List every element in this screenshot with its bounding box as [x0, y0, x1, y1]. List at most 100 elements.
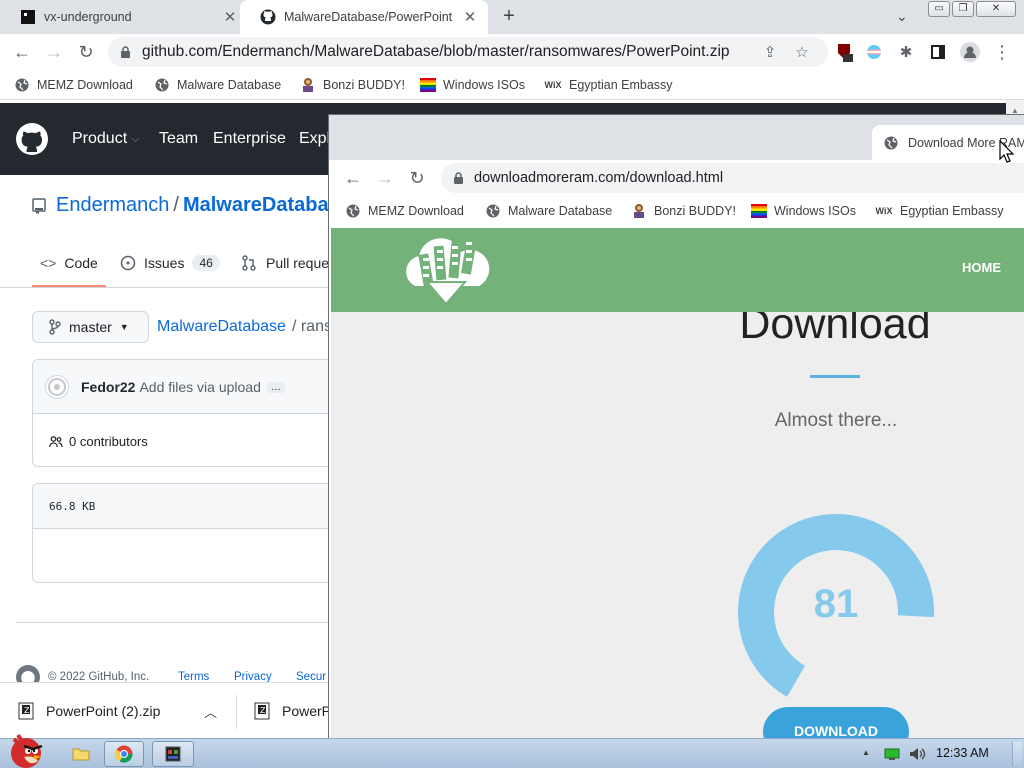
front-browser-window: Download More RAM ← → ↻ downloadmoreram.…: [328, 114, 1024, 738]
title-divider: [810, 375, 860, 378]
front-tab-strip: Download More RAM: [329, 115, 1024, 160]
nav-explore[interactable]: Expl: [299, 103, 330, 175]
avatar[interactable]: [45, 375, 69, 399]
repo-icon: [32, 197, 46, 214]
taskbar-app-button[interactable]: [152, 741, 194, 767]
bookmark-memz[interactable]: MEMZ Download: [345, 196, 464, 226]
network-icon[interactable]: [884, 747, 900, 761]
tab-vx-underground[interactable]: vx-underground ✕: [0, 0, 248, 34]
page-title: Download: [739, 312, 931, 348]
download-item[interactable]: Z PowerP: [254, 702, 331, 720]
tab-strip: vx-underground ✕ MalwareDatabase/PowerPo…: [0, 0, 1024, 34]
share-icon[interactable]: ⇪: [760, 42, 780, 62]
download-item[interactable]: Z PowerPoint (2).zip: [18, 702, 160, 720]
downloads-bar: Z PowerPoint (2).zip ︿ Z PowerP: [0, 682, 331, 738]
commit-expand-button[interactable]: …: [266, 381, 285, 393]
nav-product[interactable]: Product ⌵: [72, 103, 139, 175]
globe-icon: [884, 136, 898, 150]
branch-icon: [49, 319, 61, 335]
commit-message[interactable]: Add files via upload: [139, 379, 260, 395]
download-options-chevron-icon[interactable]: ︿: [204, 702, 217, 721]
download-more-ram-logo-icon[interactable]: [401, 234, 491, 308]
bonzi-icon: [631, 203, 647, 219]
globe-icon: [14, 77, 30, 93]
volume-icon[interactable]: [908, 746, 926, 762]
extension-ublock-icon[interactable]: [834, 42, 854, 62]
tab-github[interactable]: MalwareDatabase/PowerPoint ✕: [240, 0, 488, 34]
tab-search-icon[interactable]: ⌄: [896, 8, 908, 25]
bookmark-bonzi-buddy[interactable]: Bonzi BUDDY!: [300, 70, 405, 100]
chrome-icon: [115, 745, 133, 763]
tab-close-icon[interactable]: ✕: [222, 8, 238, 26]
github-favicon: [260, 9, 276, 25]
restore-button[interactable]: ❐: [952, 1, 974, 17]
tab-code[interactable]: <> Code: [32, 240, 106, 287]
extension-flag-icon[interactable]: [864, 42, 884, 62]
menu-kebab-icon[interactable]: ⋮: [992, 42, 1012, 62]
globe-icon: [154, 77, 170, 93]
bookmark-windows-isos[interactable]: Windows ISOs: [751, 196, 856, 226]
gauge-value: 81: [813, 582, 859, 626]
tab-close-icon[interactable]: ✕: [462, 8, 478, 26]
taskbar-chrome-button[interactable]: [104, 741, 144, 767]
back-arrow-icon[interactable]: ←: [8, 34, 36, 70]
bonzi-icon: [300, 77, 316, 93]
back-arrow-icon[interactable]: ←: [339, 160, 367, 196]
start-button-angry-bird-icon[interactable]: [4, 731, 48, 768]
commit-box: Fedor22 Add files via upload … 0 contrib…: [32, 359, 353, 467]
clock[interactable]: 12:33 AM: [936, 746, 989, 760]
contributors-line[interactable]: 0 contributors: [49, 434, 148, 449]
forward-arrow-icon[interactable]: →: [40, 34, 68, 70]
issues-counter: 46: [192, 255, 220, 271]
bookmark-egyptian-embassy[interactable]: WiX Egyptian Embassy: [544, 70, 673, 100]
new-tab-button[interactable]: +: [498, 6, 520, 28]
side-panel-icon[interactable]: [928, 42, 948, 62]
zip-file-icon: Z: [254, 702, 270, 720]
caret-down-icon: ▼: [119, 322, 129, 332]
bookmark-malware-database[interactable]: Malware Database: [154, 70, 281, 100]
address-bar[interactable]: github.com/Endermanch/MalwareDatabase/bl…: [108, 37, 828, 67]
file-size: 66.8 KB: [49, 500, 96, 513]
bookmark-memz[interactable]: MEMZ Download: [14, 70, 133, 100]
reload-icon[interactable]: ↻: [72, 34, 100, 70]
bookmark-egyptian-embassy[interactable]: WiX Egyptian Embassy: [875, 196, 1004, 226]
bookmark-star-icon[interactable]: ☆: [792, 42, 812, 62]
bookmarks-bar: MEMZ Download Malware Database Bonzi BUD…: [0, 70, 1024, 100]
nav-home-link[interactable]: HOME: [962, 260, 1001, 275]
repo-name-link[interactable]: MalwareDatabas: [183, 194, 340, 217]
bookmark-malware-database[interactable]: Malware Database: [485, 196, 612, 226]
code-icon: <>: [40, 254, 57, 271]
site-body: Download Almost there... 81 DOWNLOAD: [331, 312, 1024, 738]
github-logo-icon[interactable]: [16, 123, 48, 155]
reload-icon[interactable]: ↻: [403, 160, 431, 196]
wix-icon: WiX: [544, 80, 562, 90]
tray-expand-icon[interactable]: ▲: [862, 748, 870, 757]
commit-line: Fedor22 Add files via upload …: [81, 379, 285, 395]
front-address-bar[interactable]: downloadmoreram.com/download.html: [441, 163, 1024, 193]
front-toolbar: ← → ↻ downloadmoreram.com/download.html: [329, 160, 1024, 196]
url-text: github.com/Endermanch/MalwareDatabase/bl…: [142, 43, 730, 60]
tab-issues[interactable]: Issues 46: [120, 240, 220, 286]
show-desktop-button[interactable]: [1012, 742, 1022, 766]
breadcrumb-repo-link[interactable]: MalwareDatabase: [157, 318, 286, 336]
extensions-puzzle-icon[interactable]: ✱: [896, 42, 916, 62]
commit-author[interactable]: Fedor22: [81, 379, 135, 395]
profile-avatar-icon[interactable]: [960, 42, 980, 62]
nav-enterprise[interactable]: Enterprise: [213, 103, 286, 175]
quicklaunch-folder-icon[interactable]: [72, 745, 90, 761]
file-box: 66.8 KB: [32, 483, 353, 583]
tab-pull-requests[interactable]: Pull reque: [242, 240, 329, 286]
bookmark-bonzi-buddy[interactable]: Bonzi BUDDY!: [631, 196, 736, 226]
rainbow-flag-icon: [420, 77, 436, 93]
tab-title: vx-underground: [44, 10, 132, 24]
close-window-button[interactable]: ✕: [976, 1, 1016, 17]
nav-team[interactable]: Team: [159, 103, 198, 175]
vx-underground-favicon: [20, 9, 36, 25]
bookmark-windows-isos[interactable]: Windows ISOs: [420, 70, 525, 100]
branch-select-button[interactable]: master ▼: [32, 311, 149, 343]
url-text: downloadmoreram.com/download.html: [474, 170, 724, 186]
minimize-button[interactable]: ▭: [928, 1, 950, 17]
repo-owner-link[interactable]: Endermanch: [56, 194, 169, 217]
download-button[interactable]: DOWNLOAD: [763, 707, 909, 738]
forward-arrow-icon[interactable]: →: [371, 160, 399, 196]
